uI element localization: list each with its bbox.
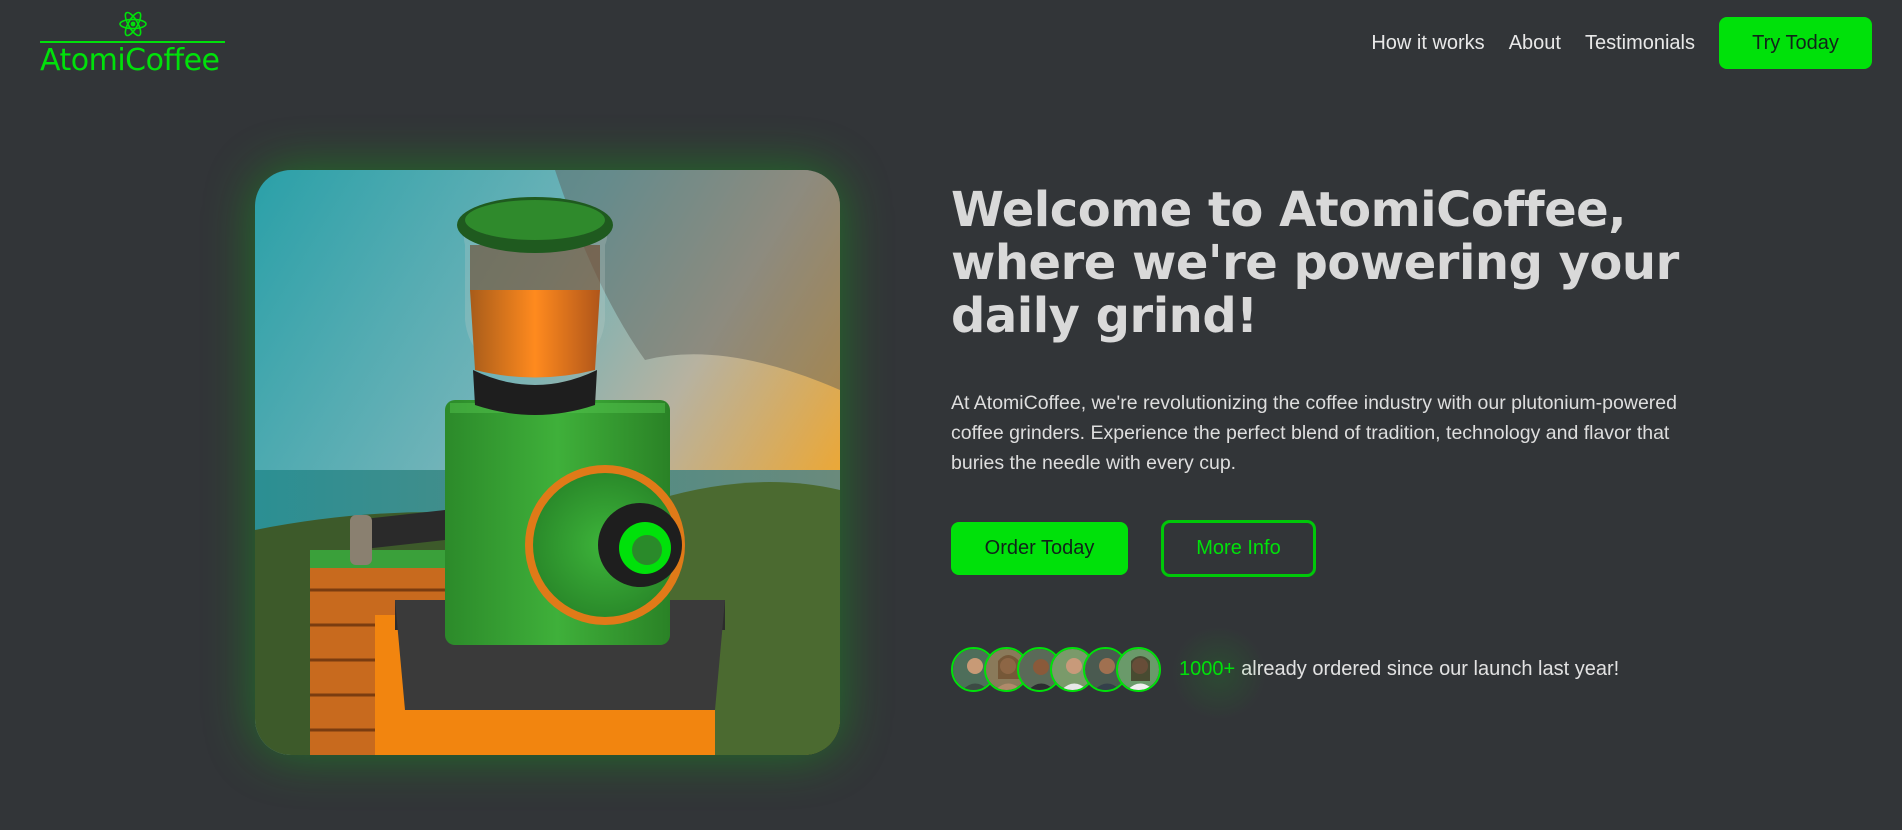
atom-icon — [117, 8, 149, 40]
avatar — [1116, 646, 1161, 692]
hero-actions: Order Today More Info — [951, 520, 1316, 577]
hero-title: Welcome to AtomiCoffee, where we're powe… — [951, 182, 1679, 344]
site-header: AtomiCoffee How it works About Testimoni… — [0, 0, 1902, 90]
hero-description: At AtomiCoffee, we're revolutionizing th… — [951, 392, 1677, 474]
nav-link-testimonials[interactable]: Testimonials — [1585, 32, 1695, 55]
more-info-button[interactable]: More Info — [1161, 520, 1316, 577]
brand-name: AtomiCoffee — [40, 43, 220, 78]
try-today-button[interactable]: Try Today — [1719, 17, 1872, 69]
hero-image — [255, 170, 840, 755]
order-today-button[interactable]: Order Today — [951, 522, 1128, 575]
order-count-caption: already ordered since our launch last ye… — [1241, 657, 1620, 680]
social-proof-text: 1000+ already ordered since our launch la… — [1169, 627, 1620, 718]
social-proof: 1000+ already ordered since our launch la… — [951, 627, 1620, 718]
brand-logo[interactable]: AtomiCoffee — [40, 8, 225, 82]
main-nav: How it works About Testimonials Try Toda… — [1371, 17, 1872, 69]
order-count: 1000+ — [1179, 657, 1236, 680]
customer-avatars — [951, 646, 1161, 692]
hero-content: Welcome to AtomiCoffee, where we're powe… — [951, 182, 1711, 475]
nav-link-how-it-works[interactable]: How it works — [1371, 32, 1484, 55]
nav-link-about[interactable]: About — [1509, 32, 1561, 55]
